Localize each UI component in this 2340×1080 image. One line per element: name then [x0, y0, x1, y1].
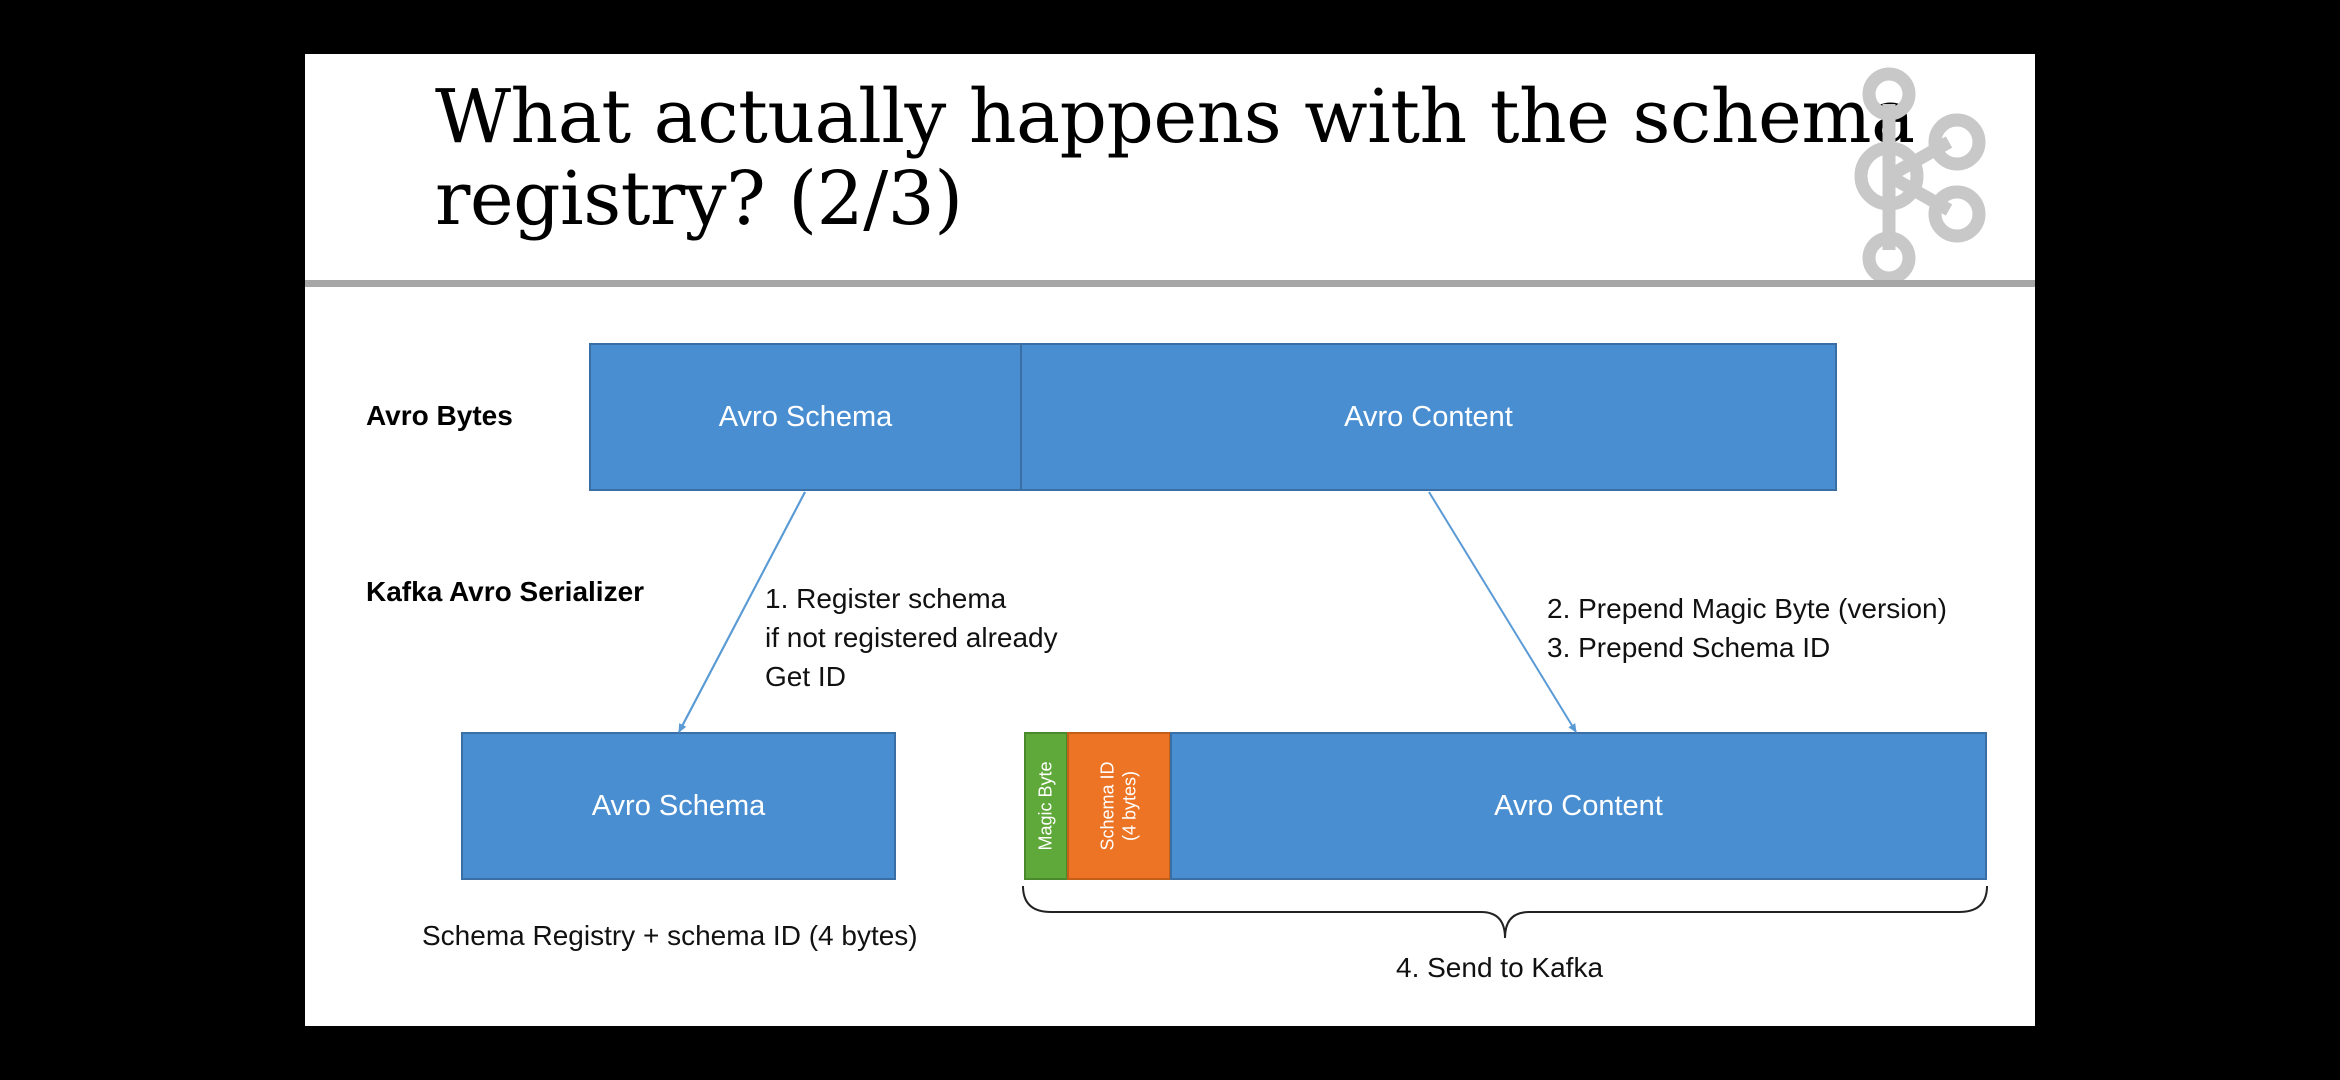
title-line-1: What actually happens with the schema [435, 74, 1915, 160]
send-to-kafka-caption: 4. Send to Kafka [1396, 952, 1604, 983]
serializer-label: Kafka Avro Serializer [366, 576, 645, 607]
send-brace [1022, 885, 1988, 939]
prepend-line-1: 2. Prepend Magic Byte (version) [1547, 593, 1947, 624]
title-divider [305, 280, 2035, 287]
schema-id-line-2: (4 bytes) [1119, 770, 1140, 842]
slide-title: What actually happens with the schema re… [435, 74, 1915, 242]
kafka-logo-icon [1854, 67, 1986, 285]
magic-byte-box: Magic Byte [1024, 732, 1068, 880]
top-avro-content-box: Avro Content [1020, 343, 1837, 491]
register-schema-note: 1. Register schema if not registered alr… [765, 579, 1058, 696]
register-line-3: Get ID [765, 661, 846, 692]
prepend-line-2: 3. Prepend Schema ID [1547, 632, 1831, 663]
schema-id-label: Schema ID (4 bytes) [1097, 761, 1141, 850]
schema-id-line-1: Schema ID [1097, 761, 1118, 851]
registry-caption: Schema Registry + schema ID (4 bytes) [422, 920, 918, 951]
register-line-1: 1. Register schema [765, 583, 1007, 614]
prepend-note: 2. Prepend Magic Byte (version) 3. Prepe… [1547, 589, 1947, 667]
magic-byte-label: Magic Byte [1036, 761, 1057, 851]
top-avro-schema-box: Avro Schema [589, 343, 1022, 491]
slide: What actually happens with the schema re… [305, 54, 2035, 1026]
avro-bytes-label: Avro Bytes [366, 400, 513, 431]
schema-id-box: Schema ID (4 bytes) [1067, 732, 1171, 880]
register-line-2: if not registered already [765, 622, 1058, 653]
kafka-avro-content-box: Avro Content [1170, 732, 1987, 880]
registry-avro-schema-box: Avro Schema [461, 732, 896, 880]
title-line-2: registry? (2/3) [435, 156, 963, 242]
